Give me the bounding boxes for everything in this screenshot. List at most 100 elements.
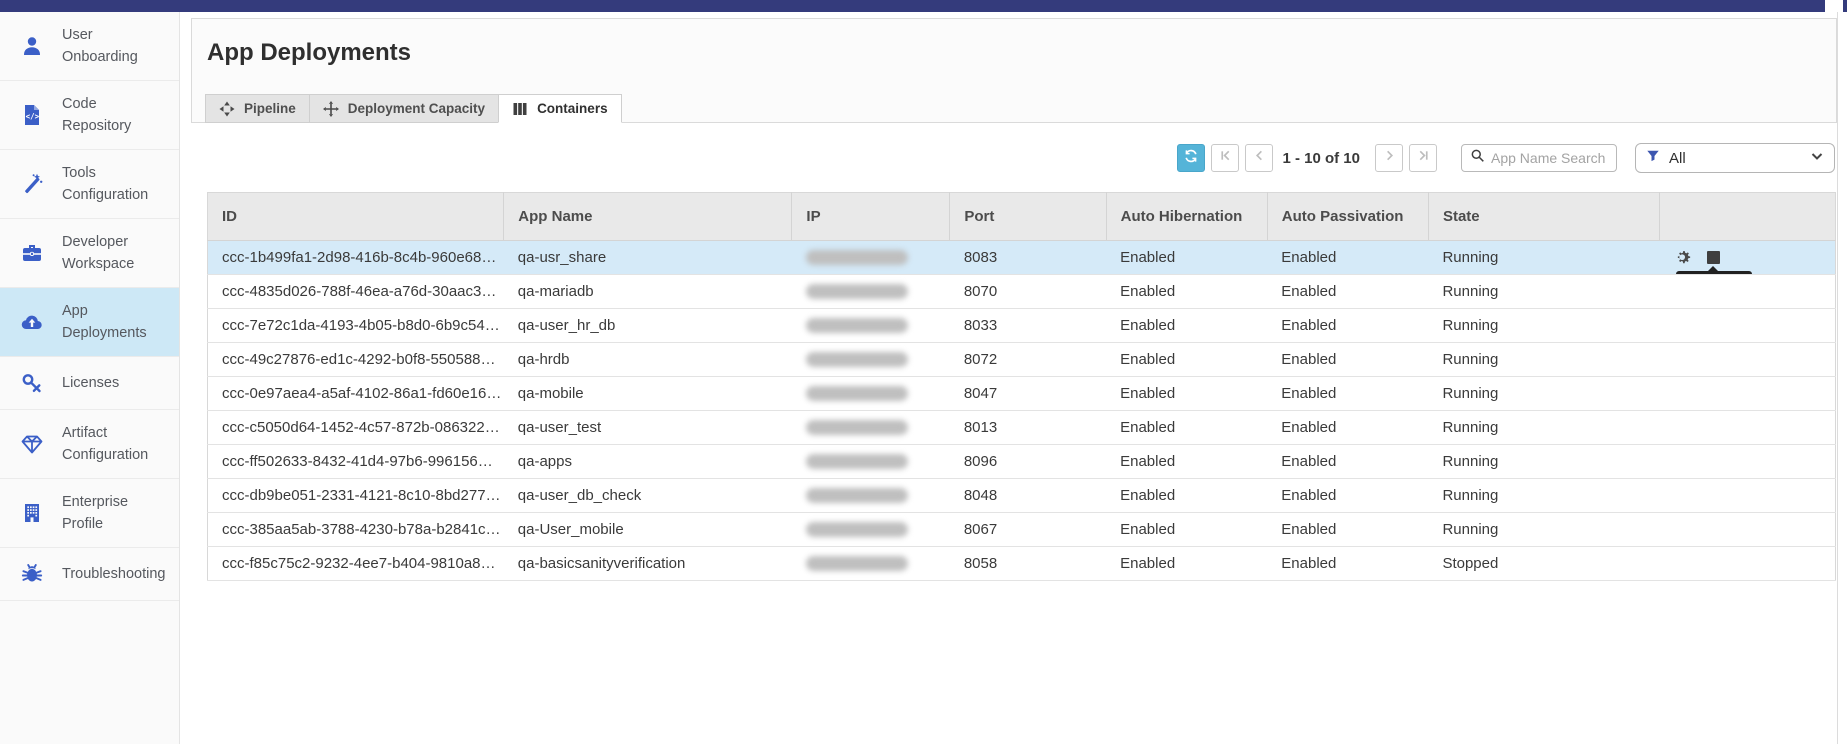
- ip-redacted: [806, 386, 908, 401]
- previous-page-button[interactable]: [1245, 144, 1273, 172]
- cell-state: Running: [1428, 513, 1659, 547]
- cell-state: Running: [1428, 479, 1659, 513]
- cell-auto-hibernation: Enabled: [1106, 275, 1267, 309]
- stop-icon[interactable]: [1707, 251, 1720, 264]
- table-row[interactable]: ccc-1b499fa1-2d98-416b-8c4b-960e68…qa-us…: [208, 241, 1836, 275]
- sidebar-item-code-repository[interactable]: </> Code Repository: [0, 81, 179, 150]
- scrollbar-track[interactable]: [1837, 12, 1838, 744]
- cell-auto-hibernation: Enabled: [1106, 513, 1267, 547]
- cell-id: ccc-0e97aea4-a5af-4102-86a1-fd60e16…: [208, 377, 504, 411]
- cell-auto-hibernation: Enabled: [1106, 377, 1267, 411]
- table-row[interactable]: ccc-49c27876-ed1c-4292-b0f8-550588…qa-hr…: [208, 343, 1836, 377]
- cell-ip: [792, 309, 950, 343]
- building-icon: [20, 501, 44, 525]
- sidebar-item-tools-configuration[interactable]: Tools Configuration: [0, 150, 179, 219]
- column-header: [1660, 193, 1836, 241]
- cell-auto-hibernation: Enabled: [1106, 445, 1267, 479]
- cell-auto-passivation: Enabled: [1267, 411, 1428, 445]
- cell-app-name: qa-usr_share: [504, 241, 792, 275]
- sidebar-item-label: Enterprise Profile: [62, 491, 173, 535]
- cell-state: Running: [1428, 309, 1659, 343]
- cell-app-name: qa-User_mobile: [504, 513, 792, 547]
- move-icon: [323, 101, 339, 117]
- tab-label: Containers: [537, 101, 608, 116]
- containers-icon: [512, 101, 528, 117]
- ip-redacted: [806, 318, 908, 333]
- ip-redacted: [806, 488, 908, 503]
- cell-ip: [792, 241, 950, 275]
- table-row[interactable]: ccc-f85c75c2-9232-4ee7-b404-9810a8…qa-ba…: [208, 547, 1836, 581]
- code-file-icon: </>: [20, 103, 44, 127]
- next-page-button[interactable]: [1375, 144, 1403, 172]
- sidebar-item-user-onboarding[interactable]: User Onboarding: [0, 12, 179, 81]
- column-header: Auto Passivation: [1267, 193, 1428, 241]
- cell-auto-passivation: Enabled: [1267, 343, 1428, 377]
- sidebar-item-troubleshooting[interactable]: Troubleshooting: [0, 548, 179, 601]
- sidebar-item-label: User Onboarding: [62, 24, 138, 68]
- cell-auto-hibernation: Enabled: [1106, 343, 1267, 377]
- cell-id: ccc-db9be051-2331-4121-8c10-8bd277…: [208, 479, 504, 513]
- tab-bar: Pipeline Deployment Capacity Containers: [205, 94, 621, 123]
- sidebar-item-label: Troubleshooting: [62, 563, 165, 585]
- cell-id: ccc-49c27876-ed1c-4292-b0f8-550588…: [208, 343, 504, 377]
- containers-table: IDApp NameIPPortAuto HibernationAuto Pas…: [207, 192, 1836, 581]
- sidebar-item-enterprise-profile[interactable]: Enterprise Profile: [0, 479, 179, 548]
- column-header: IP: [792, 193, 950, 241]
- ip-redacted: [806, 250, 908, 265]
- search-input[interactable]: [1491, 150, 1608, 166]
- cell-ip: [792, 479, 950, 513]
- cell-port: 8070: [950, 275, 1106, 309]
- cell-id: ccc-4835d026-788f-46ea-a76d-30aac3…: [208, 275, 504, 309]
- sidebar-item-artifact-configuration[interactable]: Artifact Configuration: [0, 410, 179, 479]
- tab-pipeline[interactable]: Pipeline: [205, 94, 310, 123]
- tab-containers[interactable]: Containers: [498, 94, 622, 123]
- scrollbar[interactable]: [1825, 0, 1843, 12]
- refresh-button[interactable]: [1177, 144, 1205, 172]
- table-row[interactable]: ccc-0e97aea4-a5af-4102-86a1-fd60e16…qa-m…: [208, 377, 1836, 411]
- gear-icon[interactable]: [1674, 249, 1691, 266]
- pagination-range: 1 - 10 of 10: [1282, 150, 1360, 167]
- sidebar-item-developer-workspace[interactable]: Developer Workspace: [0, 219, 179, 288]
- key-icon: [20, 371, 44, 395]
- main-content: App Deployments Pipeline Deployment Capa…: [181, 12, 1837, 744]
- first-page-button[interactable]: [1211, 144, 1239, 172]
- user-icon: [20, 34, 44, 58]
- toolbar: 1 - 10 of 10 All: [1177, 143, 1835, 173]
- cell-app-name: qa-user_test: [504, 411, 792, 445]
- tab-deployment-capacity[interactable]: Deployment Capacity: [309, 94, 499, 123]
- sidebar-item-app-deployments[interactable]: App Deployments: [0, 288, 179, 357]
- cell-id: ccc-385aa5ab-3788-4230-b78a-b2841c…: [208, 513, 504, 547]
- sidebar-item-licenses[interactable]: Licenses: [0, 357, 179, 410]
- tab-label: Pipeline: [244, 101, 296, 116]
- cell-state: Running: [1428, 241, 1659, 275]
- cell-actions: [1660, 513, 1836, 547]
- cell-auto-hibernation: Enabled: [1106, 547, 1267, 581]
- table-row[interactable]: ccc-7e72c1da-4193-4b05-b8d0-6b9c54…qa-us…: [208, 309, 1836, 343]
- table-row[interactable]: ccc-385aa5ab-3788-4230-b78a-b2841c…qa-Us…: [208, 513, 1836, 547]
- cell-actions: Hibernate: [1660, 241, 1836, 275]
- cell-state: Running: [1428, 377, 1659, 411]
- column-header: App Name: [504, 193, 792, 241]
- column-header: State: [1428, 193, 1659, 241]
- cell-actions: [1660, 445, 1836, 479]
- cell-port: 8048: [950, 479, 1106, 513]
- ip-redacted: [806, 522, 908, 537]
- filter-select[interactable]: All: [1635, 143, 1835, 173]
- table-row[interactable]: ccc-4835d026-788f-46ea-a76d-30aac3…qa-ma…: [208, 275, 1836, 309]
- cell-ip: [792, 445, 950, 479]
- column-header: Auto Hibernation: [1106, 193, 1267, 241]
- cell-id: ccc-7e72c1da-4193-4b05-b8d0-6b9c54…: [208, 309, 504, 343]
- cell-port: 8096: [950, 445, 1106, 479]
- cell-id: ccc-f85c75c2-9232-4ee7-b404-9810a8…: [208, 547, 504, 581]
- wand-icon: [20, 172, 44, 196]
- last-page-button[interactable]: [1409, 144, 1437, 172]
- cell-ip: [792, 343, 950, 377]
- table-row[interactable]: ccc-db9be051-2331-4121-8c10-8bd277…qa-us…: [208, 479, 1836, 513]
- table-row[interactable]: ccc-c5050d64-1452-4c57-872b-086322…qa-us…: [208, 411, 1836, 445]
- cell-app-name: qa-apps: [504, 445, 792, 479]
- cell-actions: [1660, 479, 1836, 513]
- funnel-icon: [1646, 149, 1660, 168]
- cell-ip: [792, 377, 950, 411]
- table-row[interactable]: ccc-ff502633-8432-41d4-97b6-996156…qa-ap…: [208, 445, 1836, 479]
- search-icon: [1470, 148, 1485, 168]
